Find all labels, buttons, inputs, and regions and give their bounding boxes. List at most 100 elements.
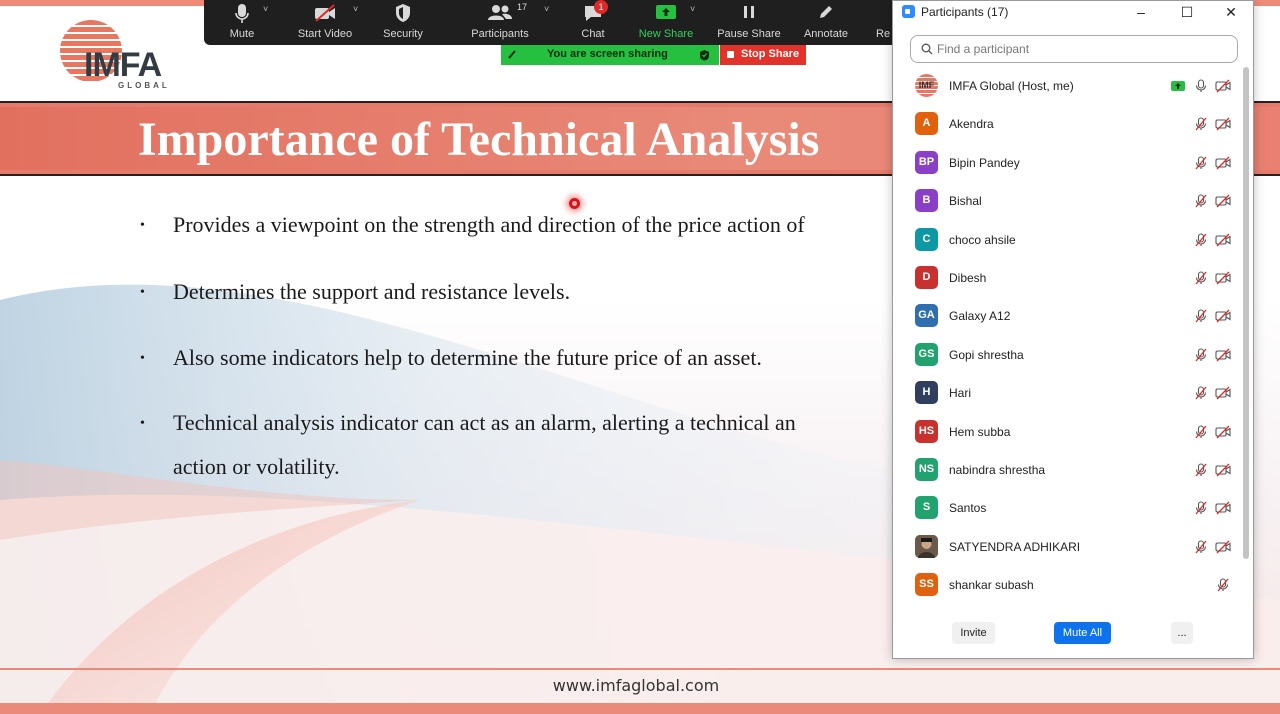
video-off-icon bbox=[315, 4, 335, 22]
pencil-icon bbox=[820, 6, 832, 18]
microphone-muted-icon[interactable] bbox=[1194, 348, 1208, 367]
participant-row[interactable]: IMF IMFA Global (Host, me) bbox=[893, 67, 1243, 105]
footer-divider bbox=[0, 668, 1280, 670]
scrollbar-thumb[interactable] bbox=[1243, 67, 1249, 559]
avatar bbox=[915, 534, 938, 558]
microphone-muted-icon[interactable] bbox=[1194, 194, 1208, 213]
video-off-icon[interactable] bbox=[1215, 386, 1231, 405]
maximize-button[interactable]: ☐ bbox=[1167, 1, 1207, 23]
microphone-muted-icon[interactable] bbox=[1194, 156, 1208, 175]
microphone-icon bbox=[235, 4, 249, 23]
screen-share-icon[interactable] bbox=[1171, 79, 1185, 97]
participant-row[interactable]: GS Gopi shrestha bbox=[893, 336, 1243, 374]
participant-search[interactable] bbox=[910, 35, 1238, 63]
slide-title: Importance of Technical Analysis bbox=[138, 113, 820, 166]
video-off-icon[interactable] bbox=[1215, 348, 1231, 367]
bullet-dot: • bbox=[140, 351, 145, 366]
participant-list-scrollbar[interactable] bbox=[1242, 67, 1250, 607]
avatar: D bbox=[915, 266, 938, 289]
participant-row[interactable]: B Bishal bbox=[893, 182, 1243, 220]
stop-share-button[interactable]: Stop Share bbox=[720, 45, 806, 65]
participant-row[interactable]: NS nabindra shrestha bbox=[893, 451, 1243, 489]
more-options-button[interactable]: ... bbox=[1171, 622, 1193, 644]
microphone-muted-icon[interactable] bbox=[1194, 233, 1208, 252]
chevron-up-icon[interactable]: ˅ bbox=[690, 4, 695, 14]
participant-row[interactable]: HS Hem subba bbox=[893, 413, 1243, 451]
microphone-muted-icon[interactable] bbox=[1194, 540, 1208, 559]
video-off-icon[interactable] bbox=[1215, 271, 1231, 290]
microphone-muted-icon[interactable] bbox=[1194, 271, 1208, 290]
participant-row[interactable]: H Hari bbox=[893, 374, 1243, 412]
microphone-muted-icon[interactable] bbox=[1194, 501, 1208, 520]
bullet-dot: • bbox=[140, 285, 145, 300]
minimize-button[interactable]: – bbox=[1121, 1, 1161, 23]
microphone-muted-icon[interactable] bbox=[1216, 578, 1230, 597]
footer-bar bbox=[0, 703, 1280, 714]
microphone-muted-icon[interactable] bbox=[1194, 463, 1208, 482]
video-off-icon[interactable] bbox=[1215, 194, 1231, 213]
video-off-icon[interactable] bbox=[1215, 540, 1231, 559]
video-off-icon[interactable] bbox=[1215, 463, 1231, 482]
video-off-icon[interactable] bbox=[1215, 501, 1231, 520]
avatar: NS bbox=[915, 458, 938, 481]
microphone-icon[interactable] bbox=[1194, 79, 1208, 98]
shield-icon bbox=[396, 4, 410, 22]
microphone-muted-icon[interactable] bbox=[1194, 425, 1208, 444]
bullet-text: Provides a viewpoint on the strength and… bbox=[173, 212, 805, 237]
pause-share-button[interactable]: Pause Share bbox=[716, 0, 782, 45]
annotate-button[interactable]: Annotate bbox=[798, 0, 854, 45]
participant-name: Galaxy A12 bbox=[949, 309, 1011, 324]
video-off-icon[interactable] bbox=[1215, 117, 1231, 136]
bullet-dot: • bbox=[140, 218, 145, 233]
mute-label: Mute bbox=[229, 28, 255, 40]
panel-titlebar[interactable]: Participants (17) – ☐ ✕ bbox=[893, 1, 1253, 23]
participant-name: Hari bbox=[949, 386, 972, 401]
participant-row[interactable]: D Dibesh bbox=[893, 259, 1243, 297]
chat-unread-badge: 1 bbox=[594, 0, 608, 14]
footer-url: www.imfaglobal.com bbox=[552, 676, 720, 695]
participant-name: Akendra bbox=[949, 117, 994, 132]
logo-text: IMFA bbox=[84, 46, 162, 84]
participant-row[interactable]: Cchoco ahsile bbox=[893, 221, 1243, 259]
microphone-muted-icon[interactable] bbox=[1194, 386, 1208, 405]
avatar: A bbox=[915, 112, 938, 136]
pause-share-label: Pause Share bbox=[717, 28, 781, 40]
chat-button[interactable]: Chat bbox=[570, 0, 616, 45]
zoom-app-icon bbox=[902, 5, 915, 18]
search-input[interactable] bbox=[937, 40, 1227, 58]
start-video-button[interactable]: Start Video bbox=[292, 0, 358, 45]
participant-row[interactable]: A Akendra bbox=[893, 105, 1243, 143]
chevron-up-icon[interactable]: ˅ bbox=[263, 4, 268, 14]
bullet-continuation: action or volatility. bbox=[173, 454, 340, 479]
video-off-icon[interactable] bbox=[1215, 233, 1231, 252]
bullet-dot: • bbox=[140, 416, 145, 431]
chevron-up-icon[interactable]: ˅ bbox=[544, 4, 549, 14]
microphone-muted-icon[interactable] bbox=[1194, 117, 1208, 136]
video-off-icon[interactable] bbox=[1215, 309, 1231, 328]
close-button[interactable]: ✕ bbox=[1211, 1, 1251, 23]
participants-label: Participants bbox=[471, 28, 529, 40]
participant-name: shankar subash bbox=[949, 578, 1034, 593]
participant-name: Dibesh bbox=[949, 271, 987, 285]
video-off-icon[interactable] bbox=[1215, 156, 1231, 175]
screen-sharing-banner[interactable]: You are screen sharing bbox=[501, 45, 719, 65]
participant-row[interactable]: SS shankar subash bbox=[893, 566, 1243, 604]
video-off-icon[interactable] bbox=[1215, 425, 1231, 444]
mute-button[interactable]: Mute bbox=[218, 0, 266, 45]
participant-row[interactable]: BP Bipin Pandey bbox=[893, 144, 1243, 182]
avatar: BP bbox=[915, 150, 938, 174]
video-off-icon[interactable] bbox=[1215, 79, 1231, 98]
microphone-muted-icon[interactable] bbox=[1194, 309, 1208, 328]
drag-handle-icon bbox=[508, 50, 516, 59]
new-share-button[interactable]: New Share bbox=[634, 0, 698, 45]
participant-row[interactable]: SATYENDRA ADHIKARI bbox=[893, 528, 1243, 566]
participant-row[interactable]: S Santos bbox=[893, 489, 1243, 527]
avatar: SS bbox=[915, 573, 938, 597]
invite-button[interactable]: Invite bbox=[952, 622, 995, 644]
mute-all-button[interactable]: Mute All bbox=[1054, 622, 1111, 644]
participant-row[interactable]: GA Galaxy A12 bbox=[893, 297, 1243, 335]
avatar: IMF bbox=[915, 74, 938, 97]
chevron-up-icon[interactable]: ˅ bbox=[353, 4, 358, 14]
security-button[interactable]: Security bbox=[378, 0, 428, 45]
share-screen-icon bbox=[656, 5, 676, 19]
